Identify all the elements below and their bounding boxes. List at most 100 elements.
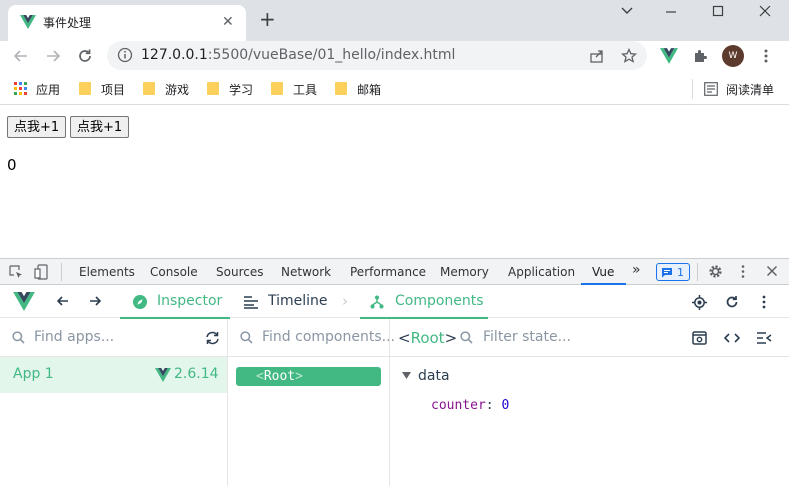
components-tree-icon <box>370 295 384 309</box>
close-tab-icon[interactable]: ✕ <box>222 14 234 30</box>
selected-component-name: Root <box>410 329 445 347</box>
bookmark-label: 应用 <box>36 83 61 97</box>
find-components-input[interactable]: Find components... <box>262 329 395 345</box>
active-tab-indicator <box>581 283 626 285</box>
tab-memory[interactable]: Memory <box>440 265 489 279</box>
breadcrumb-chevron-icon: › <box>342 292 348 310</box>
message-icon <box>661 267 673 278</box>
folder-icon <box>271 82 283 95</box>
browser-tab[interactable]: 事件处理 ✕ <box>8 5 246 41</box>
tab-timeline[interactable]: Timeline <box>240 286 330 318</box>
more-tabs-icon[interactable]: » <box>632 262 641 278</box>
apps-pane: Find apps... App 1 2.6.14 <box>0 319 228 486</box>
browser-menu-icon[interactable] <box>759 48 773 64</box>
tab-inspector[interactable]: Inspector <box>120 286 230 319</box>
profile-avatar[interactable]: W <box>722 45 744 67</box>
tab-network[interactable]: Network <box>281 265 331 279</box>
collapse-all-icon[interactable] <box>756 331 772 345</box>
device-toolbar-icon[interactable] <box>34 264 48 280</box>
vue-version: 2.6.14 <box>174 366 219 382</box>
site-info-icon[interactable] <box>117 47 133 63</box>
url-path: :5500/vueBase/01_hello/index.html <box>207 47 456 63</box>
devtools-tab-bar: Elements Console Sources Network Perform… <box>0 259 789 285</box>
tab-application[interactable]: Application <box>508 265 575 279</box>
folder-icon <box>143 82 155 95</box>
inspect-dom-code-icon[interactable] <box>724 331 740 345</box>
state-pane: <Root> Filter state... data counter: 0 <box>390 319 789 486</box>
extensions-puzzle-icon[interactable] <box>693 48 709 64</box>
reload-apps-icon[interactable] <box>205 331 220 345</box>
folder-icon <box>207 82 219 95</box>
search-icon <box>240 331 253 344</box>
tab-elements[interactable]: Elements <box>79 265 135 279</box>
devtools-menu-icon[interactable] <box>738 264 748 279</box>
back-icon[interactable] <box>12 47 30 65</box>
scroll-to-component-icon[interactable] <box>692 331 707 345</box>
bookmark-label: 项目 <box>101 83 126 97</box>
forward-icon[interactable] <box>44 47 62 65</box>
apps-search[interactable]: Find apps... <box>0 319 227 357</box>
component-name: Root <box>263 369 296 384</box>
url-text: 127.0.0.1:5500/vueBase/01_hello/index.ht… <box>141 47 455 63</box>
tab-vue[interactable]: Vue <box>592 265 614 279</box>
component-tree-root[interactable]: <Root> <box>236 367 381 386</box>
components-search[interactable]: Find components... <box>228 319 395 357</box>
issues-badge[interactable]: 1 <box>656 263 690 281</box>
share-icon[interactable] <box>589 48 605 64</box>
new-tab-icon[interactable]: + <box>259 9 276 29</box>
bookmark-label: 邮箱 <box>357 83 382 97</box>
timeline-icon <box>244 296 258 309</box>
state-property[interactable]: counter: 0 <box>431 398 509 413</box>
minimize-icon[interactable] <box>656 3 686 19</box>
devtools-panel: Elements Console Sources Network Perform… <box>0 258 789 486</box>
increment-button-1[interactable]: 点我+1 <box>7 116 67 138</box>
folder-icon <box>335 82 347 95</box>
find-apps-input[interactable]: Find apps... <box>34 329 114 345</box>
component-tag: <Root> <box>256 369 303 384</box>
address-bar[interactable]: 127.0.0.1:5500/vueBase/01_hello/index.ht… <box>107 41 647 70</box>
bookmarks-divider <box>692 79 693 99</box>
search-icon <box>12 331 25 344</box>
vue-devtools-extension-icon[interactable] <box>660 48 678 64</box>
browser-toolbar: 127.0.0.1:5500/vueBase/01_hello/index.ht… <box>0 41 789 72</box>
forward-arrow-icon[interactable] <box>88 294 102 308</box>
selected-component-title: <Root> <box>398 329 458 347</box>
refresh-icon[interactable] <box>725 295 739 309</box>
tab-console[interactable]: Console <box>150 265 198 279</box>
tab-sources[interactable]: Sources <box>216 265 263 279</box>
vue-version-logo-icon <box>155 368 171 382</box>
folder-icon <box>79 82 91 95</box>
bookmark-label: 游戏 <box>165 83 190 97</box>
reading-list-label: 阅读清单 <box>726 83 775 97</box>
tab-components-label: Components <box>395 293 484 309</box>
select-component-target-icon[interactable] <box>692 295 707 310</box>
tab-performance[interactable]: Performance <box>350 265 426 279</box>
increment-button-2[interactable]: 点我+1 <box>70 116 130 138</box>
state-value: 0 <box>501 398 510 413</box>
vue-more-icon[interactable] <box>760 295 768 309</box>
state-colon: : <box>485 398 502 413</box>
issues-count: 1 <box>677 266 684 279</box>
back-arrow-icon[interactable] <box>56 294 70 308</box>
vue-logo-icon <box>20 15 36 29</box>
apps-grid-icon <box>14 82 28 96</box>
state-key: counter <box>431 398 486 413</box>
search-icon <box>460 331 473 344</box>
maximize-icon[interactable] <box>703 3 733 19</box>
settings-gear-icon[interactable] <box>708 264 723 279</box>
reload-icon[interactable] <box>76 47 94 65</box>
close-window-icon[interactable] <box>750 3 780 19</box>
tab-components[interactable]: Components <box>360 286 488 319</box>
bookmark-star-icon[interactable] <box>621 48 637 64</box>
close-devtools-icon[interactable] <box>766 265 778 277</box>
tab-search-icon[interactable] <box>612 3 642 19</box>
filter-state-input[interactable]: Filter state... <box>483 329 571 345</box>
inspect-element-icon[interactable] <box>9 265 23 279</box>
toolbar-divider <box>61 263 62 281</box>
components-pane: Find components... <Root> <box>228 319 395 486</box>
state-header: <Root> Filter state... <box>390 319 789 357</box>
toolbar-divider <box>697 263 698 281</box>
tab-timeline-label: Timeline <box>268 293 328 309</box>
tab-strip: 事件处理 ✕ + <box>0 0 789 41</box>
app-list-item[interactable]: App 1 2.6.14 <box>0 357 227 393</box>
